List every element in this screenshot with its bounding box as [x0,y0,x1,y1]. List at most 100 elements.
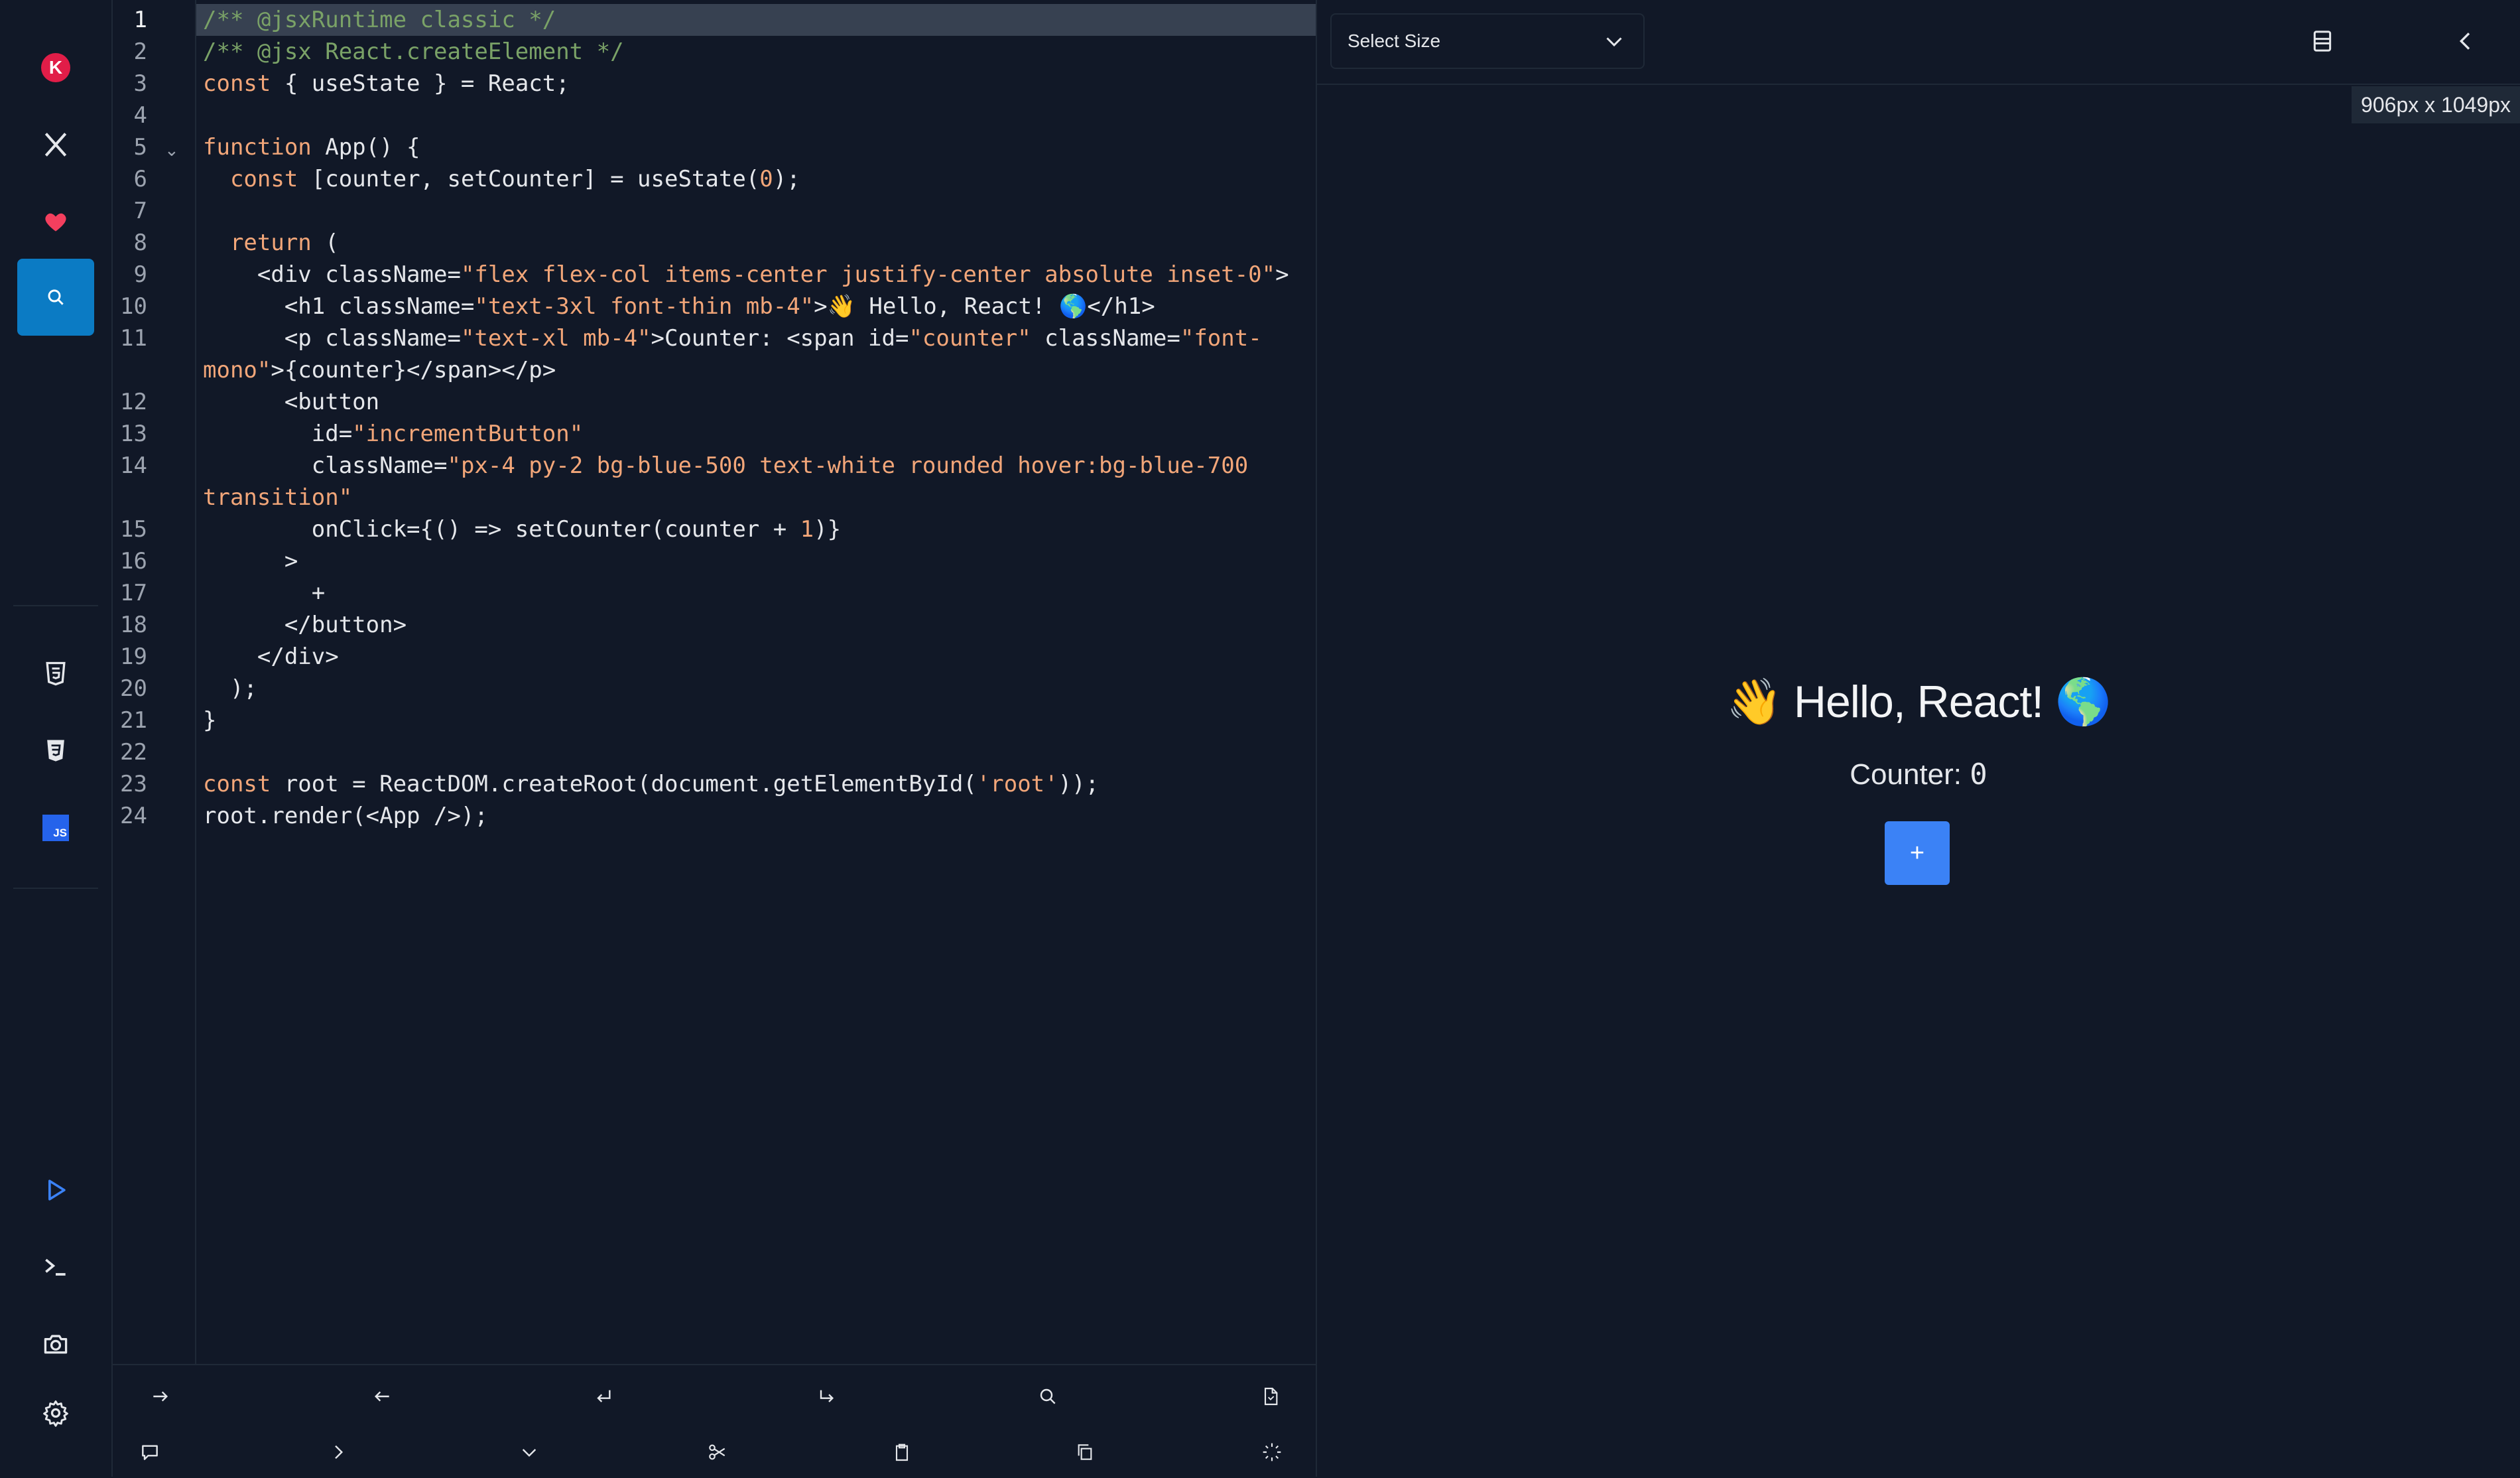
app-logo-button[interactable]: K [17,29,94,106]
code-token: "text-3xl font-thin mb-4" [474,293,814,320]
code-line[interactable]: mono">{counter}</span></p> [196,354,1316,386]
camera-icon [44,1335,68,1354]
code-line[interactable]: return ( [196,227,1316,259]
line-number: 3 [133,70,147,97]
code-line[interactable]: id="incrementButton" [196,418,1316,450]
code-line[interactable]: root.render(<App />); [196,800,1316,832]
code-line[interactable]: transition" [196,482,1316,513]
html5-icon [46,661,66,686]
line-number: 6 [133,166,147,192]
chevron-down-icon [1606,37,1622,47]
code-line[interactable] [196,100,1316,131]
outdent-button[interactable] [355,1373,409,1420]
layout-toggle-button[interactable] [2301,20,2344,62]
copy-button[interactable] [1058,1429,1111,1475]
run-button[interactable] [17,1152,94,1229]
code-line[interactable]: > [196,545,1316,577]
code-token: transition" [203,484,353,511]
code-line[interactable]: const [counter, setCounter] = useState(0… [196,163,1316,195]
line-number [113,482,147,513]
css3-icon [47,740,64,762]
code-line[interactable]: const { useState } = React; [196,68,1316,100]
code-token: "font- [1180,325,1262,352]
code-line[interactable] [196,736,1316,768]
settings-icon [43,1400,68,1427]
code-line[interactable]: <h1 className="text-3xl font-thin mb-4">… [196,291,1316,322]
code-line[interactable]: const root = ReactDOM.createRoot(documen… [196,768,1316,800]
code-line[interactable]: <button [196,386,1316,418]
code-line[interactable]: + [196,577,1316,609]
code-token: "counter" [909,325,1031,352]
copy-icon [1078,1444,1092,1460]
code-token: className= [203,452,448,479]
activity-sidebar: K JS [0,0,113,1477]
js-file-button[interactable]: JS [17,789,94,866]
code-line[interactable] [196,195,1316,227]
expand-right-button[interactable] [312,1429,365,1475]
code-token: } [203,707,217,734]
code-token: <button [203,389,380,415]
css-file-button[interactable] [17,712,94,789]
line-number: 14 [120,452,147,479]
fold-marker[interactable]: ⌄ [164,131,180,163]
counter-text: Counter: 0 [1317,758,2520,791]
code-token: /** @jsx React.createElement */ [203,38,624,65]
format-document-button[interactable] [1244,1373,1297,1420]
search-button[interactable] [17,259,94,336]
code-line[interactable]: <div className="flex flex-col items-cent… [196,259,1316,291]
code-line[interactable]: <p className="text-xl mb-4">Counter: <sp… [196,322,1316,354]
screenshot-button[interactable] [17,1306,94,1382]
collapse-panel-button[interactable] [2444,20,2487,62]
paste-button[interactable] [875,1429,928,1475]
line-number: 22 [120,739,147,766]
settings-button[interactable] [17,1375,94,1451]
line-number-gutter: 1 2 3 4 5 ⌄ 6 7 8 9 10 11 12 13 14 15 16 17 18 19 20 21 22 23 24 [113,0,196,1364]
line-number: 4 [133,102,147,129]
line-number: 24 [120,803,147,829]
size-select[interactable]: Select Size [1330,13,1645,69]
expand-down-button[interactable] [503,1429,556,1475]
x-twitter-icon [44,133,67,157]
code-token: { useState } = React; [271,70,570,97]
indent-button[interactable] [134,1373,187,1420]
outdent-icon [374,1391,389,1402]
code-area[interactable]: /** @jsxRuntime classic */ /** @jsx React… [196,0,1316,1364]
increment-button[interactable]: + [1885,821,1950,885]
code-line[interactable]: ); [196,673,1316,705]
x-twitter-button[interactable] [17,106,94,183]
code-token: className= [1031,325,1180,352]
comment-button[interactable] [123,1429,176,1475]
cut-button[interactable] [691,1429,744,1475]
line-break-icon [820,1390,834,1402]
code-line[interactable]: </div> [196,641,1316,673]
code-line[interactable]: onClick={() => setCounter(counter + 1)} [196,513,1316,545]
newline-button[interactable] [577,1373,630,1420]
code-line[interactable]: /** @jsxRuntime classic */ [196,4,1316,36]
terminal-button[interactable] [17,1229,94,1306]
code-line[interactable]: function App() { [196,131,1316,163]
preview-heading: 👋 Hello, React! 🌎 [1726,677,2111,727]
code-token: return [229,230,312,256]
code-editor[interactable]: 1 2 3 4 5 ⌄ 6 7 8 9 10 11 12 13 14 15 16 17 18 19 20 21 22 23 24… [113,0,1316,1364]
code-token: function [203,134,312,161]
line-number: 2 [133,38,147,65]
code-token: > [203,548,298,574]
magic-button[interactable] [1245,1429,1298,1475]
code-line[interactable]: </button> [196,609,1316,641]
code-line[interactable]: className="px-4 py-2 bg-blue-500 text-wh… [196,450,1316,482]
play-icon [48,1179,66,1201]
code-token: )} [814,516,842,543]
html-file-button[interactable] [17,636,94,712]
counter-value: 0 [1970,758,1987,791]
viewport-dimensions-badge: 906px x 1049px [2352,86,2520,123]
code-token: const [203,771,271,797]
code-token: 0 [759,166,773,192]
line-break-button[interactable] [800,1373,853,1420]
find-button[interactable] [1021,1373,1074,1420]
code-line[interactable]: /** @jsx React.createElement */ [196,36,1316,68]
heart-button[interactable] [17,183,94,260]
code-line[interactable]: } [196,705,1316,736]
line-number: 23 [120,771,147,797]
line-number [113,354,147,386]
